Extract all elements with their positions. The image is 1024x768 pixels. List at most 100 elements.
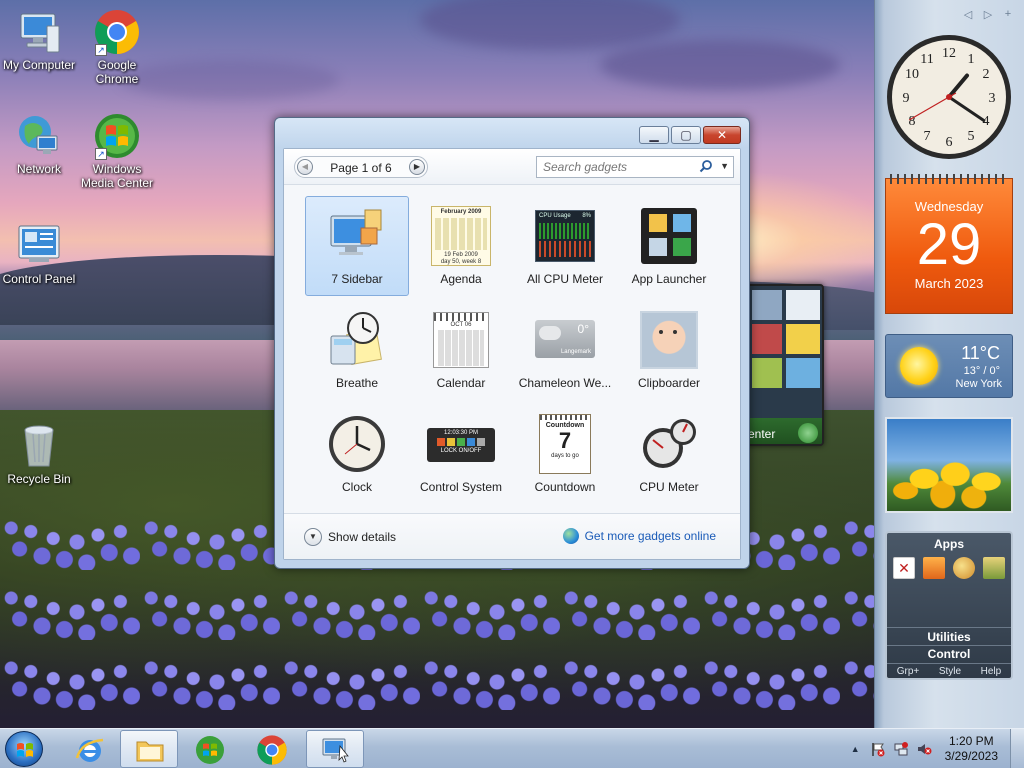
internet-explorer-icon bbox=[75, 738, 104, 762]
calendar-month-text: OCT 06 bbox=[450, 322, 472, 328]
sidebar-add-icon[interactable]: + bbox=[1002, 8, 1014, 21]
apps-group-add-button[interactable]: Grp+ bbox=[897, 666, 920, 677]
weather-high-low: 13° / 0° bbox=[963, 365, 1000, 377]
action-center-flag-icon[interactable] bbox=[870, 741, 886, 757]
sidebar-clock-gadget[interactable]: 12 12 345 678 91011 bbox=[885, 33, 1013, 161]
apps-utilities-tab[interactable]: Utilities bbox=[887, 630, 1011, 644]
gadget-clipboarder[interactable]: Clipboarder bbox=[617, 300, 721, 400]
gadget-label: Clock bbox=[341, 480, 372, 494]
countdown-sub-text: days to go bbox=[551, 453, 579, 459]
next-page-button[interactable]: ▶ bbox=[409, 159, 425, 175]
cpu-usage-title: CPU Usage bbox=[539, 213, 571, 219]
control-panel-icon bbox=[15, 222, 63, 270]
cpu-meter-gauge-icon bbox=[639, 414, 699, 474]
gadget-all-cpu-meter[interactable]: CPU Usage 8% All CPU Meter bbox=[513, 196, 617, 296]
svg-text:9: 9 bbox=[903, 91, 910, 106]
gadget-app-launcher[interactable]: App Launcher bbox=[617, 196, 721, 296]
desktop-icon-recycle-bin[interactable]: Recycle Bin bbox=[0, 422, 78, 486]
control-system-lock: LOCK ON/OFF bbox=[440, 448, 482, 454]
gadget-gallery-window[interactable]: ▁ ▢ ✕ ◀ Page 1 of 6 ▶ ▼ bbox=[274, 117, 750, 569]
chevron-down-icon: ▼ bbox=[304, 528, 322, 546]
search-box: ▼ bbox=[536, 156, 734, 178]
partial-gadget-label: enter bbox=[748, 427, 776, 441]
gadget-label: App Launcher bbox=[631, 272, 707, 286]
app-media-player-icon[interactable] bbox=[923, 557, 945, 579]
gadget-label: Calendar bbox=[436, 376, 486, 390]
gadget-label: 7 Sidebar bbox=[331, 272, 383, 286]
show-hidden-icons-button[interactable]: ▲ bbox=[851, 744, 860, 754]
taskbar-internet-explorer[interactable] bbox=[60, 730, 118, 768]
gadget-agenda[interactable]: February 2009 19 Feb 2009 day 50, week 8… bbox=[409, 196, 513, 296]
shortcut-arrow-icon: ↗ bbox=[95, 44, 107, 56]
taskbar-date: 3/29/2023 bbox=[944, 749, 998, 763]
apps-help-button[interactable]: Help bbox=[981, 666, 1002, 677]
weather-cloud-icon: 0° Langemark bbox=[535, 310, 595, 370]
chameleon-temp-text: 0° bbox=[577, 322, 589, 336]
svg-text:7: 7 bbox=[924, 129, 931, 144]
agenda-calendar-icon: February 2009 19 Feb 2009 day 50, week 8 bbox=[431, 206, 491, 266]
search-gadgets-input[interactable] bbox=[537, 157, 697, 177]
countdown-calendar-icon: Countdown 7 days to go bbox=[535, 414, 595, 474]
taskbar-file-explorer[interactable] bbox=[120, 730, 178, 768]
app-close-icon[interactable]: ✕ bbox=[893, 557, 915, 579]
sidebar-weather-gadget[interactable]: 11°C 13° / 0° New York bbox=[885, 334, 1013, 398]
gadget-control-system[interactable]: 12:03:30 PM LOCK ON/OFF Control System bbox=[409, 404, 513, 504]
sidebar-prev-icon[interactable]: ◁ bbox=[962, 8, 974, 21]
svg-text:5: 5 bbox=[968, 129, 975, 144]
app-trophy-icon[interactable] bbox=[983, 557, 1005, 579]
sidebar-slideshow-gadget[interactable] bbox=[885, 417, 1013, 513]
get-more-gadgets-link[interactable]: Get more gadgets online bbox=[562, 528, 716, 544]
desktop-icon-control-panel[interactable]: Control Panel bbox=[0, 222, 78, 286]
shortcut-arrow-icon: ↗ bbox=[95, 148, 107, 160]
taskbar-7-sidebar[interactable] bbox=[306, 730, 364, 768]
desktop-icon-label: Windows Media Center bbox=[80, 162, 154, 190]
taskbar-google-chrome[interactable] bbox=[242, 730, 300, 768]
gadget-cpu-meter[interactable]: CPU Meter bbox=[617, 404, 721, 504]
desktop-icon-label: Google Chrome bbox=[95, 58, 139, 86]
network-status-icon[interactable] bbox=[893, 741, 909, 757]
calendar-grid-icon: OCT 06 bbox=[431, 310, 491, 370]
gadget-calendar[interactable]: OCT 06 Calendar bbox=[409, 300, 513, 400]
close-button[interactable]: ✕ bbox=[703, 126, 741, 144]
app-paint-palette-icon[interactable] bbox=[953, 557, 975, 579]
gadget-7-sidebar[interactable]: 7 Sidebar bbox=[305, 196, 409, 296]
volume-muted-icon[interactable] bbox=[916, 741, 932, 757]
apps-style-button[interactable]: Style bbox=[939, 666, 961, 677]
partial-gadget-behind-window[interactable]: enter bbox=[746, 284, 824, 446]
apps-control-tab[interactable]: Control bbox=[887, 647, 1011, 661]
svg-text:11: 11 bbox=[920, 52, 933, 67]
app-launcher-icon bbox=[639, 206, 699, 266]
taskbar: ▲ 1:20 PM 3/29/2023 bbox=[0, 728, 1024, 768]
weather-city: New York bbox=[955, 378, 1002, 390]
taskbar-time: 1:20 PM bbox=[948, 734, 994, 748]
show-desktop-button[interactable] bbox=[1010, 729, 1024, 768]
search-icon[interactable] bbox=[699, 159, 713, 173]
gadget-breathe[interactable]: Breathe bbox=[305, 300, 409, 400]
minimize-icon: ▁ bbox=[649, 128, 659, 142]
desktop-icon-network[interactable]: Network bbox=[0, 112, 78, 176]
folder-icon bbox=[136, 741, 164, 762]
start-button[interactable] bbox=[5, 731, 43, 767]
gadget-label: Chameleon We... bbox=[518, 376, 612, 390]
sidebar-next-icon[interactable]: ▷ bbox=[982, 8, 994, 21]
svg-text:12: 12 bbox=[942, 46, 956, 61]
taskbar-windows-media-center[interactable] bbox=[180, 730, 238, 768]
taskbar-clock[interactable]: 1:20 PM 3/29/2023 bbox=[945, 734, 998, 764]
sidebar-apps-gadget[interactable]: Apps ✕ Utilities Control Grp+ Style Help bbox=[885, 531, 1013, 680]
desktop-icon-my-computer[interactable]: My Computer bbox=[0, 8, 78, 72]
search-options-dropdown-icon[interactable]: ▼ bbox=[720, 161, 729, 171]
svg-text:1: 1 bbox=[968, 52, 975, 67]
desktop-icon-windows-media-center[interactable]: ↗ Windows Media Center bbox=[78, 112, 156, 190]
show-details-button[interactable]: ▼ Show details bbox=[304, 528, 396, 546]
cpu-meter-chart-icon: CPU Usage 8% bbox=[535, 206, 595, 266]
gadget-countdown[interactable]: Countdown 7 days to go Countdown bbox=[513, 404, 617, 504]
minimize-button[interactable]: ▁ bbox=[639, 126, 669, 144]
page-navigator: ◀ Page 1 of 6 ▶ bbox=[294, 156, 428, 178]
desktop-icon-google-chrome[interactable]: ↗ Google Chrome bbox=[78, 8, 156, 86]
globe-icon bbox=[562, 528, 579, 544]
sidebar-calendar-gadget[interactable]: Wednesday 29 March 2023 bbox=[885, 174, 1013, 314]
gadget-chameleon-weather[interactable]: 0° Langemark Chameleon We... bbox=[513, 300, 617, 400]
gadget-label: Clipboarder bbox=[637, 376, 701, 390]
gadget-clock[interactable]: Clock bbox=[305, 404, 409, 504]
maximize-button[interactable]: ▢ bbox=[671, 126, 701, 144]
